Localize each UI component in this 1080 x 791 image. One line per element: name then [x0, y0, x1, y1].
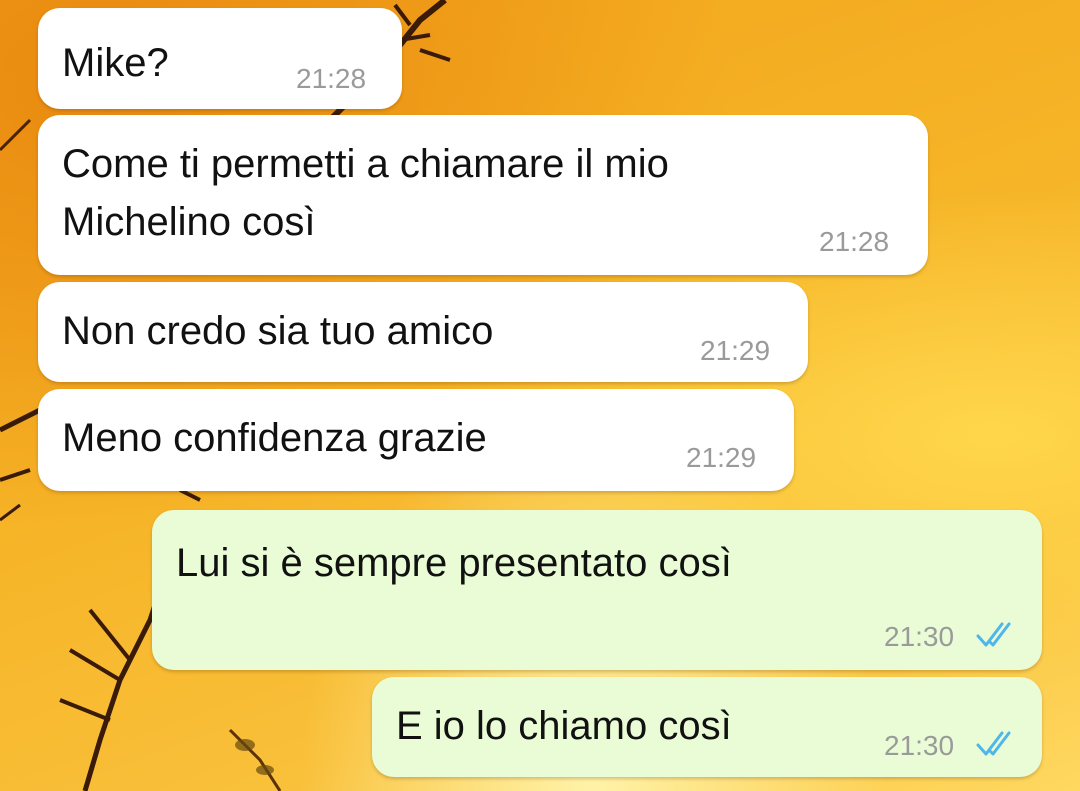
- double-check-icon: [976, 622, 1011, 647]
- outgoing-message[interactable]: Lui si è sempre presentato così 21:30: [152, 510, 1042, 670]
- message-time: 21:30: [884, 730, 955, 761]
- message-time: 21:29: [686, 442, 757, 473]
- message-text-line: Come ti permetti a chiamare il mio: [62, 142, 669, 186]
- incoming-message[interactable]: Come ti permetti a chiamare il mio Miche…: [38, 115, 928, 275]
- incoming-message[interactable]: Non credo sia tuo amico 21:29: [38, 282, 808, 382]
- message-time: 21:28: [819, 226, 890, 257]
- message-text: Mike?: [62, 41, 169, 85]
- message-text: Meno confidenza grazie: [62, 416, 487, 460]
- double-check-icon: [976, 731, 1011, 756]
- incoming-message[interactable]: Mike? 21:28: [38, 8, 402, 109]
- message-time: 21:28: [296, 63, 367, 94]
- message-text: Lui si è sempre presentato così: [176, 541, 732, 585]
- message-text: Non credo sia tuo amico: [62, 309, 494, 353]
- incoming-message[interactable]: Meno confidenza grazie 21:29: [38, 389, 794, 491]
- outgoing-message[interactable]: E io lo chiamo così 21:30: [372, 677, 1042, 777]
- message-text-line: Michelino così: [62, 200, 316, 244]
- message-text: E io lo chiamo così: [396, 704, 732, 748]
- message-time: 21:29: [700, 335, 771, 366]
- message-time: 21:30: [884, 621, 955, 652]
